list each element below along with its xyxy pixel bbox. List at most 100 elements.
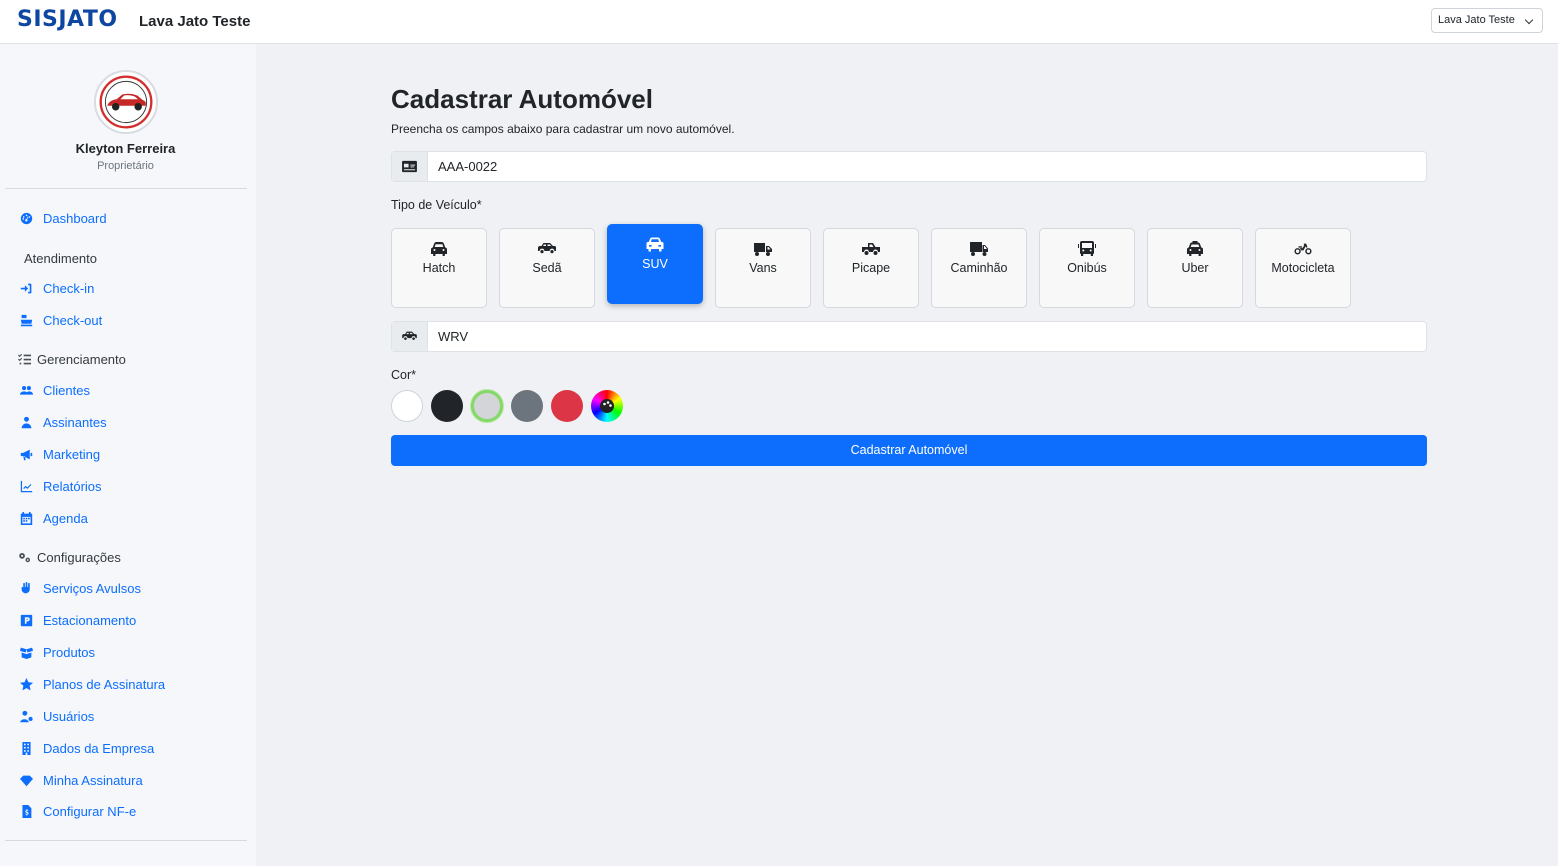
user-name: Kleyton Ferreira bbox=[75, 141, 176, 156]
color-label: Cor* bbox=[391, 368, 417, 382]
users-icon bbox=[19, 383, 33, 397]
sidebar-item-label: Relatórios bbox=[43, 478, 102, 494]
car-icon bbox=[392, 238, 486, 260]
vehicle-type-uber[interactable]: Uber bbox=[1147, 228, 1243, 308]
section-title: Configurações bbox=[37, 550, 121, 565]
sidebar-item-usuarios[interactable]: Usuários bbox=[19, 706, 94, 726]
sidebar: Kleyton Ferreira Proprietário Dashboard … bbox=[0, 44, 256, 866]
vehicle-type-label-text: Vans bbox=[749, 261, 777, 275]
gears-icon bbox=[17, 551, 33, 565]
color-swatch-red[interactable] bbox=[551, 390, 583, 422]
color-swatch-silver-selected[interactable] bbox=[471, 390, 503, 422]
user-role: Proprietário bbox=[97, 160, 154, 172]
car-side-icon bbox=[500, 238, 594, 260]
vehicle-type-label-text: Caminhão bbox=[950, 261, 1008, 275]
palette-icon bbox=[600, 399, 614, 413]
color-swatch-white[interactable] bbox=[391, 390, 423, 422]
sidebar-item-label: Marketing bbox=[43, 446, 101, 462]
vehicle-type-label-text: Motocicleta bbox=[1271, 261, 1335, 275]
sidebar-item-label: Usuários bbox=[43, 708, 95, 724]
divider bbox=[5, 840, 247, 841]
sidebar-item-marketing[interactable]: Marketing bbox=[19, 444, 100, 464]
truck-icon bbox=[716, 238, 810, 260]
sidebar-item-estacionamento[interactable]: Estacionamento bbox=[19, 610, 136, 630]
sidebar-item-label: Planos de Assinatura bbox=[43, 676, 166, 692]
color-swatch-black[interactable] bbox=[431, 390, 463, 422]
sidebar-item-clientes[interactable]: Clientes bbox=[19, 380, 90, 400]
section-title: Atendimento bbox=[24, 251, 97, 266]
sidebar-item-label: Minha Assinatura bbox=[43, 772, 143, 788]
vehicle-type-seda[interactable]: Sedã bbox=[499, 228, 595, 308]
vehicle-type-onibus[interactable]: Onibús bbox=[1039, 228, 1135, 308]
vehicle-type-label-text: Sedã bbox=[532, 261, 562, 275]
building-icon bbox=[19, 741, 33, 755]
sidebar-item-label: Check-in bbox=[43, 280, 95, 296]
vehicle-type-caminhao[interactable]: Caminhão bbox=[931, 228, 1027, 308]
plate-input[interactable] bbox=[428, 152, 1426, 181]
section-atendimento: Atendimento bbox=[24, 251, 97, 266]
vehicle-type-suv[interactable]: SUV bbox=[607, 224, 703, 304]
sidebar-item-produtos[interactable]: Produtos bbox=[19, 642, 95, 662]
sidebar-item-label: Produtos bbox=[43, 644, 96, 660]
model-input-group bbox=[391, 321, 1427, 352]
sidebar-item-label: Serviços Avulsos bbox=[43, 580, 142, 596]
parking-icon bbox=[19, 613, 33, 627]
avatar bbox=[94, 70, 158, 134]
section-title: Gerenciamento bbox=[37, 352, 126, 367]
sidebar-item-label: Dados da Empresa bbox=[43, 740, 155, 756]
divider bbox=[5, 188, 247, 189]
car-logo-icon bbox=[99, 75, 153, 129]
sidebar-item-planos[interactable]: Planos de Assinatura bbox=[19, 674, 165, 694]
section-configuracoes: Configurações bbox=[17, 550, 121, 565]
sidebar-item-label: Dashboard bbox=[43, 210, 107, 226]
submit-button[interactable]: Cadastrar Automóvel bbox=[391, 435, 1427, 466]
truck-moving-icon bbox=[932, 238, 1026, 260]
vehicle-type-hatch[interactable]: Hatch bbox=[391, 228, 487, 308]
brand-logo[interactable]: SISJATO bbox=[17, 7, 118, 32]
cash-register-icon bbox=[19, 313, 33, 327]
vehicle-type-motocicleta[interactable]: Motocicleta bbox=[1255, 228, 1351, 308]
star-icon bbox=[19, 677, 33, 691]
vehicle-type-label-text: Picape bbox=[851, 261, 891, 275]
sidebar-item-label: Configurar NF-e bbox=[43, 803, 137, 819]
sidebar-item-relatorios[interactable]: Relatórios bbox=[19, 476, 102, 496]
id-card-icon bbox=[392, 152, 428, 181]
sidebar-item-minha-assinatura[interactable]: Minha Assinatura bbox=[19, 770, 143, 790]
page-title: Cadastrar Automóvel bbox=[391, 84, 653, 114]
color-picker-custom[interactable] bbox=[591, 390, 623, 422]
sidebar-item-servicos-avulsos[interactable]: Serviços Avulsos bbox=[19, 578, 141, 598]
sidebar-item-dados-empresa[interactable]: Dados da Empresa bbox=[19, 738, 154, 758]
calendar-icon bbox=[19, 511, 33, 525]
bus-icon bbox=[1040, 238, 1134, 260]
sidebar-item-agenda[interactable]: Agenda bbox=[19, 508, 88, 528]
car-rear-icon bbox=[608, 234, 702, 256]
sidebar-item-dashboard[interactable]: Dashboard bbox=[19, 208, 107, 228]
sidebar-item-checkin[interactable]: Check-in bbox=[19, 278, 94, 298]
list-check-icon bbox=[17, 353, 33, 367]
file-invoice-dollar-icon bbox=[19, 804, 33, 818]
model-input[interactable] bbox=[428, 322, 1426, 351]
sidebar-item-configurar-nfe[interactable]: Configurar NF-e bbox=[19, 801, 136, 821]
gem-icon bbox=[19, 773, 33, 787]
vehicle-type-label-text: Onibús bbox=[1067, 261, 1107, 275]
color-swatch-gray[interactable] bbox=[511, 390, 543, 422]
vehicle-type-vans[interactable]: Vans bbox=[715, 228, 811, 308]
car-side-icon bbox=[392, 322, 428, 351]
top-bar: SISJATO Lava Jato Teste Lava Jato Teste bbox=[0, 0, 1558, 44]
sidebar-item-label: Clientes bbox=[43, 382, 90, 398]
company-title: Lava Jato Teste bbox=[139, 13, 251, 30]
vehicle-type-picape[interactable]: Picape bbox=[823, 228, 919, 308]
sidebar-item-checkout[interactable]: Check-out bbox=[19, 310, 102, 330]
plate-input-group bbox=[391, 151, 1427, 182]
vehicle-type-label-text: Hatch bbox=[422, 261, 456, 275]
megaphone-icon bbox=[19, 447, 33, 461]
user-gear-icon bbox=[19, 709, 33, 723]
truck-pickup-icon bbox=[824, 238, 918, 260]
vehicle-type-label-text: Uber bbox=[1181, 261, 1209, 275]
sidebar-item-assinantes[interactable]: Assinantes bbox=[19, 412, 107, 432]
user-tie-icon bbox=[19, 415, 33, 429]
company-select[interactable]: Lava Jato Teste bbox=[1431, 8, 1543, 33]
vehicle-type-label: Tipo de Veículo* bbox=[391, 198, 482, 212]
chevron-down-icon bbox=[1524, 15, 1534, 25]
sign-in-icon bbox=[19, 281, 33, 295]
